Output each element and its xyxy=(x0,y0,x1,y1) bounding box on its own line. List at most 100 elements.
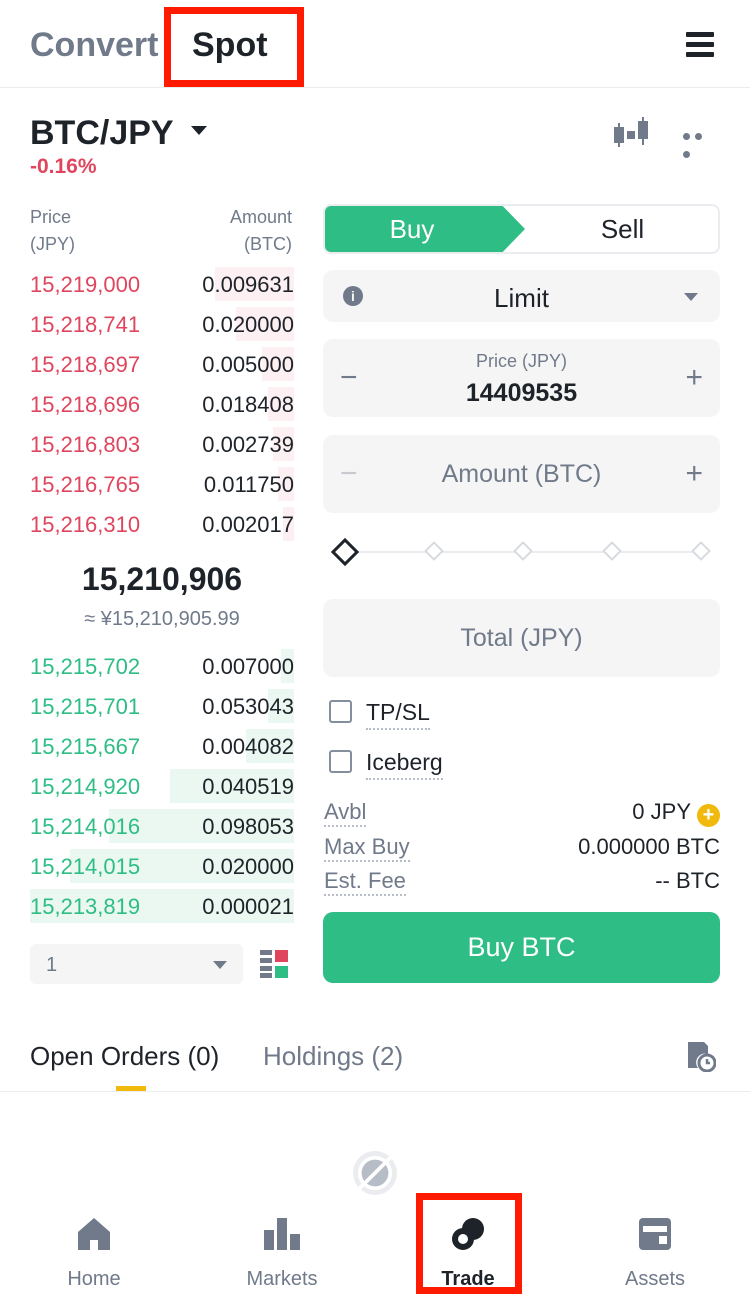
buy-btc-button[interactable]: Buy BTC xyxy=(323,912,720,983)
bid-amount: 0.098053 xyxy=(202,814,294,839)
slider-step-25[interactable] xyxy=(424,541,444,561)
buy-sell-toggle: Buy Sell xyxy=(323,204,720,254)
tpsl-checkbox[interactable] xyxy=(329,700,352,723)
nav-home[interactable]: Home xyxy=(34,1196,154,1294)
ask-row[interactable]: 15,218,741 0.020000 xyxy=(30,304,294,344)
orderbook-price-header: Price (JPY) xyxy=(30,204,75,258)
candlestick-chart-icon[interactable] xyxy=(612,117,650,149)
bid-amount: 0.007000 xyxy=(202,654,294,679)
bid-row[interactable]: 15,215,667 0.004082 xyxy=(30,726,294,766)
slider-step-75[interactable] xyxy=(602,541,622,561)
slider-handle[interactable] xyxy=(330,537,360,567)
nav-home-label: Home xyxy=(67,1268,121,1290)
bid-amount: 0.000021 xyxy=(202,894,294,919)
price-header-unit: (JPY) xyxy=(30,234,75,254)
plus-icon[interactable]: + xyxy=(685,459,703,489)
price-input[interactable]: − Price (JPY) 14409535 + xyxy=(323,339,720,417)
last-price-fiat: ≈ ¥15,210,905.99 xyxy=(84,608,240,630)
ask-row[interactable]: 15,216,765 0.011750 xyxy=(30,464,294,504)
orders-tabs: Open Orders (0) Holdings (2) xyxy=(0,1020,750,1092)
ask-amount: 0.020000 xyxy=(202,312,294,337)
ask-price: 15,216,803 xyxy=(30,432,141,457)
bid-price: 15,215,702 xyxy=(30,654,141,679)
amount-header-unit: (BTC) xyxy=(244,234,292,254)
tab-holdings[interactable]: Holdings (2) xyxy=(263,1041,403,1072)
iceberg-label[interactable]: Iceberg xyxy=(366,749,443,780)
amount-input[interactable]: − Amount (BTC) + xyxy=(323,435,720,513)
buy-tab[interactable]: Buy xyxy=(325,206,525,252)
ask-row[interactable]: 15,219,000 0.009631 xyxy=(30,264,294,304)
est-fee-value: -- BTC xyxy=(655,868,720,893)
markets-icon xyxy=(264,1218,300,1250)
order-type-value: Limit xyxy=(494,283,549,313)
available-value: 0 JPY xyxy=(632,799,691,824)
orderbook-amount-header: Amount (BTC) xyxy=(170,204,292,258)
plus-icon[interactable]: + xyxy=(685,363,703,393)
ask-amount: 0.011750 xyxy=(203,472,294,497)
ask-price: 15,216,765 xyxy=(30,472,141,497)
ask-row[interactable]: 15,218,697 0.005000 xyxy=(30,344,294,384)
menu-icon[interactable] xyxy=(686,32,714,58)
bid-row[interactable]: 15,215,701 0.053043 xyxy=(30,686,294,726)
no-records-icon xyxy=(353,1151,397,1195)
ask-row[interactable]: 15,216,803 0.002739 xyxy=(30,424,294,464)
last-price: 15,210,906 xyxy=(81,561,243,597)
chevron-down-icon[interactable] xyxy=(191,126,207,135)
highlight-box-trade xyxy=(416,1193,522,1294)
top-header: Convert Spot xyxy=(0,0,750,88)
bid-row[interactable]: 15,213,819 0.000021 xyxy=(30,886,294,926)
bid-price: 15,213,819 xyxy=(30,894,141,919)
orderbook-view-icon[interactable] xyxy=(260,950,288,978)
chevron-down-icon xyxy=(684,293,698,301)
nav-assets[interactable]: Assets xyxy=(595,1196,715,1294)
slider-step-50[interactable] xyxy=(513,541,533,561)
home-icon xyxy=(78,1218,110,1250)
tpsl-label[interactable]: TP/SL xyxy=(366,699,430,730)
bid-amount: 0.053043 xyxy=(202,694,294,719)
ask-price: 15,216,310 xyxy=(30,512,141,537)
tab-convert[interactable]: Convert xyxy=(30,26,158,65)
iceberg-checkbox[interactable] xyxy=(329,750,352,773)
sell-tab[interactable]: Sell xyxy=(525,206,718,252)
ask-price: 15,219,000 xyxy=(30,272,141,297)
bid-row[interactable]: 15,214,016 0.098053 xyxy=(30,806,294,846)
total-input[interactable]: Total (JPY) xyxy=(323,599,720,677)
more-options-icon[interactable] xyxy=(683,127,717,158)
bid-row[interactable]: 15,214,920 0.040519 xyxy=(30,766,294,806)
highlight-box-spot xyxy=(164,7,304,87)
order-history-icon[interactable] xyxy=(686,1040,716,1072)
total-input-placeholder: Total (JPY) xyxy=(460,624,583,652)
chevron-down-icon xyxy=(213,961,227,969)
ask-amount: 0.005000 xyxy=(202,352,294,377)
amount-percent-slider[interactable] xyxy=(330,537,711,567)
tab-open-orders[interactable]: Open Orders (0) xyxy=(30,1041,219,1072)
max-buy-value: 0.000000 BTC xyxy=(578,834,720,859)
order-type-select[interactable]: i Limit xyxy=(323,270,720,322)
bid-price: 15,214,015 xyxy=(30,854,141,879)
price-input-value[interactable]: 14409535 xyxy=(323,379,720,408)
slider-step-100[interactable] xyxy=(691,541,711,561)
ask-amount: 0.002017 xyxy=(202,512,294,537)
nav-markets[interactable]: Markets xyxy=(222,1196,342,1294)
bid-amount: 0.020000 xyxy=(202,854,294,879)
active-tab-indicator xyxy=(116,1086,146,1091)
depth-precision-value: 1 xyxy=(46,954,58,976)
pair-selector[interactable]: BTC/JPY xyxy=(30,114,174,153)
max-buy-label: Max Buy xyxy=(324,834,410,862)
ask-amount: 0.009631 xyxy=(202,272,294,297)
bid-row[interactable]: 15,214,015 0.020000 xyxy=(30,846,294,886)
ask-row[interactable]: 15,218,696 0.018408 xyxy=(30,384,294,424)
est-fee-label: Est. Fee xyxy=(324,868,406,896)
nav-assets-label: Assets xyxy=(624,1268,686,1290)
ask-row[interactable]: 15,216,310 0.002017 xyxy=(30,504,294,544)
bid-price: 15,214,016 xyxy=(30,814,141,839)
depth-precision-select[interactable]: 1 xyxy=(30,944,243,984)
amount-header-label: Amount xyxy=(229,207,292,227)
available-balance-row: Avbl 0 JPY + xyxy=(324,797,720,827)
ask-price: 15,218,697 xyxy=(30,352,141,377)
add-funds-icon[interactable]: + xyxy=(697,804,720,827)
bid-row[interactable]: 15,215,702 0.007000 xyxy=(30,646,294,686)
bid-price: 15,215,701 xyxy=(30,694,141,719)
ask-amount: 0.018408 xyxy=(202,392,294,417)
bid-price: 15,215,667 xyxy=(30,734,141,759)
